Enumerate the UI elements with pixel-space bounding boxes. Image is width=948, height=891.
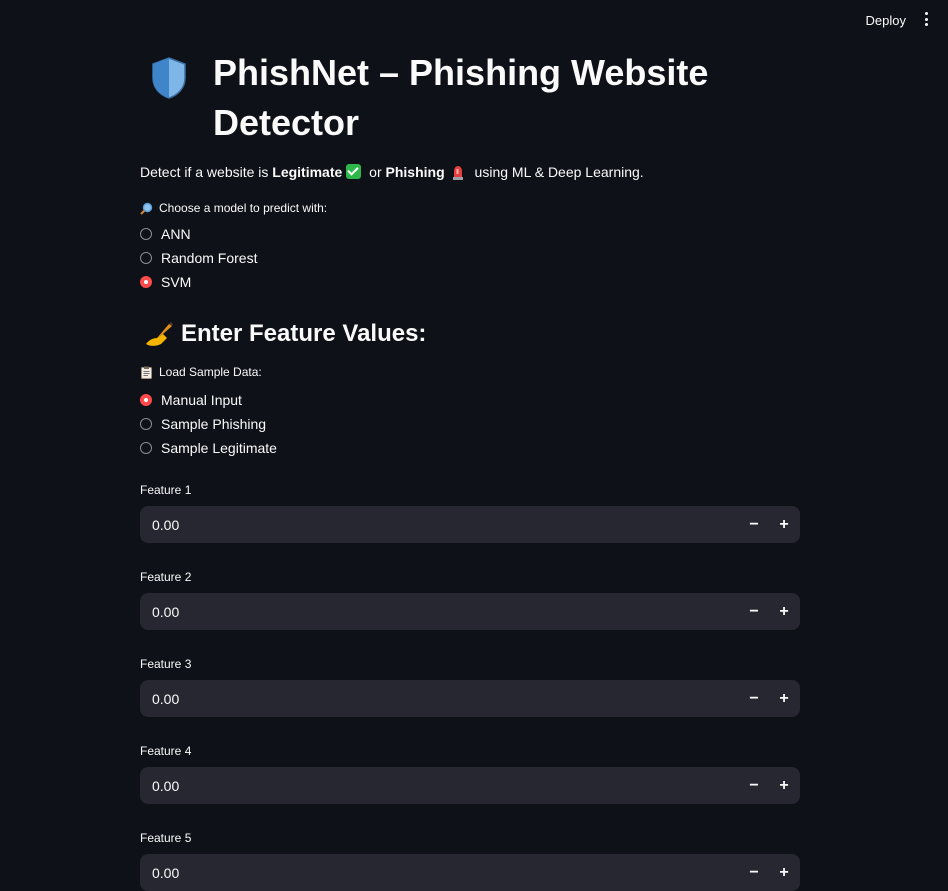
increment-button[interactable]: +	[770, 767, 798, 804]
feature-label: Feature 3	[140, 657, 192, 671]
page-description: Detect if a website is Legitimate or Phi…	[140, 162, 800, 182]
page-title: PhishNet – Phishing Website Detector	[140, 48, 800, 148]
feature-label: Feature 2	[140, 570, 192, 584]
description-prefix: Detect if a website is	[140, 164, 273, 180]
radio-button[interactable]	[140, 418, 152, 430]
radio-label: Sample Phishing	[161, 416, 267, 432]
number-input[interactable]: − +	[140, 680, 800, 717]
feature-1-input[interactable]	[140, 515, 714, 534]
radio-button[interactable]	[140, 442, 152, 454]
number-input[interactable]: − +	[140, 767, 800, 804]
decrement-button[interactable]: −	[740, 593, 768, 630]
radio-button[interactable]	[140, 252, 152, 264]
page-title-text: PhishNet – Phishing Website Detector	[213, 52, 709, 143]
siren-icon	[452, 166, 463, 180]
number-input[interactable]: − +	[140, 593, 800, 630]
feature-4-input[interactable]	[140, 776, 714, 795]
radio-button-selected[interactable]	[140, 394, 152, 406]
shield-icon	[152, 57, 186, 99]
decrement-button[interactable]: −	[740, 506, 768, 543]
increment-button[interactable]: +	[770, 854, 798, 891]
feature-5-input[interactable]	[140, 863, 714, 882]
sample-radio-group: Manual Input Sample Phishing Sample Legi…	[140, 388, 800, 460]
feature-field-2: Feature 2 − +	[140, 569, 800, 630]
radio-sample-phishing[interactable]: Sample Phishing	[140, 412, 800, 436]
feature-label: Feature 4	[140, 744, 192, 758]
sample-select-label-text: Load Sample Data:	[159, 365, 262, 379]
increment-button[interactable]: +	[770, 680, 798, 717]
feature-field-1: Feature 1 − +	[140, 482, 800, 543]
decrement-button[interactable]: −	[740, 854, 768, 891]
model-radio-group: ANN Random Forest SVM	[140, 222, 800, 294]
legitimate-label: Legitimate	[272, 164, 343, 180]
writing-hand-icon	[146, 322, 173, 346]
description-suffix: using ML & Deep Learning.	[470, 164, 644, 180]
features-heading: Enter Feature Values:	[140, 314, 800, 354]
sample-select-label: Load Sample Data:	[140, 364, 800, 380]
description-mid: or	[365, 164, 386, 180]
feature-inputs: Feature 1 − + Feature 2 − + Feature 3 − …	[140, 482, 800, 891]
top-bar: Deploy	[0, 0, 948, 44]
feature-3-input[interactable]	[140, 689, 714, 708]
feature-2-input[interactable]	[140, 602, 714, 621]
phishing-label: Phishing	[385, 164, 445, 180]
feature-field-5: Feature 5 − +	[140, 830, 800, 891]
increment-button[interactable]: +	[770, 506, 798, 543]
clipboard-icon	[141, 366, 152, 379]
feature-label: Feature 5	[140, 831, 192, 845]
kebab-menu-icon[interactable]	[920, 12, 932, 26]
model-select-label: Choose a model to predict with:	[140, 200, 800, 216]
increment-button[interactable]: +	[770, 593, 798, 630]
decrement-button[interactable]: −	[740, 680, 768, 717]
feature-label: Feature 1	[140, 483, 192, 497]
main-content: PhishNet – Phishing Website Detector Det…	[140, 48, 800, 891]
radio-label: Manual Input	[161, 392, 242, 408]
radio-button-selected[interactable]	[140, 276, 152, 288]
radio-label: Random Forest	[161, 250, 258, 266]
radio-button[interactable]	[140, 228, 152, 240]
radio-ann[interactable]: ANN	[140, 222, 800, 246]
radio-sample-legitimate[interactable]: Sample Legitimate	[140, 436, 800, 460]
check-mark-icon	[346, 164, 362, 179]
magnifier-icon	[140, 202, 153, 215]
number-input[interactable]: − +	[140, 506, 800, 543]
features-heading-text: Enter Feature Values:	[181, 320, 427, 347]
radio-label: ANN	[161, 226, 191, 242]
number-input[interactable]: − +	[140, 854, 800, 891]
radio-manual-input[interactable]: Manual Input	[140, 388, 800, 412]
radio-label: Sample Legitimate	[161, 440, 277, 456]
feature-field-3: Feature 3 − +	[140, 656, 800, 717]
feature-field-4: Feature 4 − +	[140, 743, 800, 804]
radio-random-forest[interactable]: Random Forest	[140, 246, 800, 270]
radio-label: SVM	[161, 274, 192, 290]
deploy-button[interactable]: Deploy	[862, 11, 910, 30]
decrement-button[interactable]: −	[740, 767, 768, 804]
model-select-label-text: Choose a model to predict with:	[159, 201, 328, 215]
radio-svm[interactable]: SVM	[140, 270, 800, 294]
